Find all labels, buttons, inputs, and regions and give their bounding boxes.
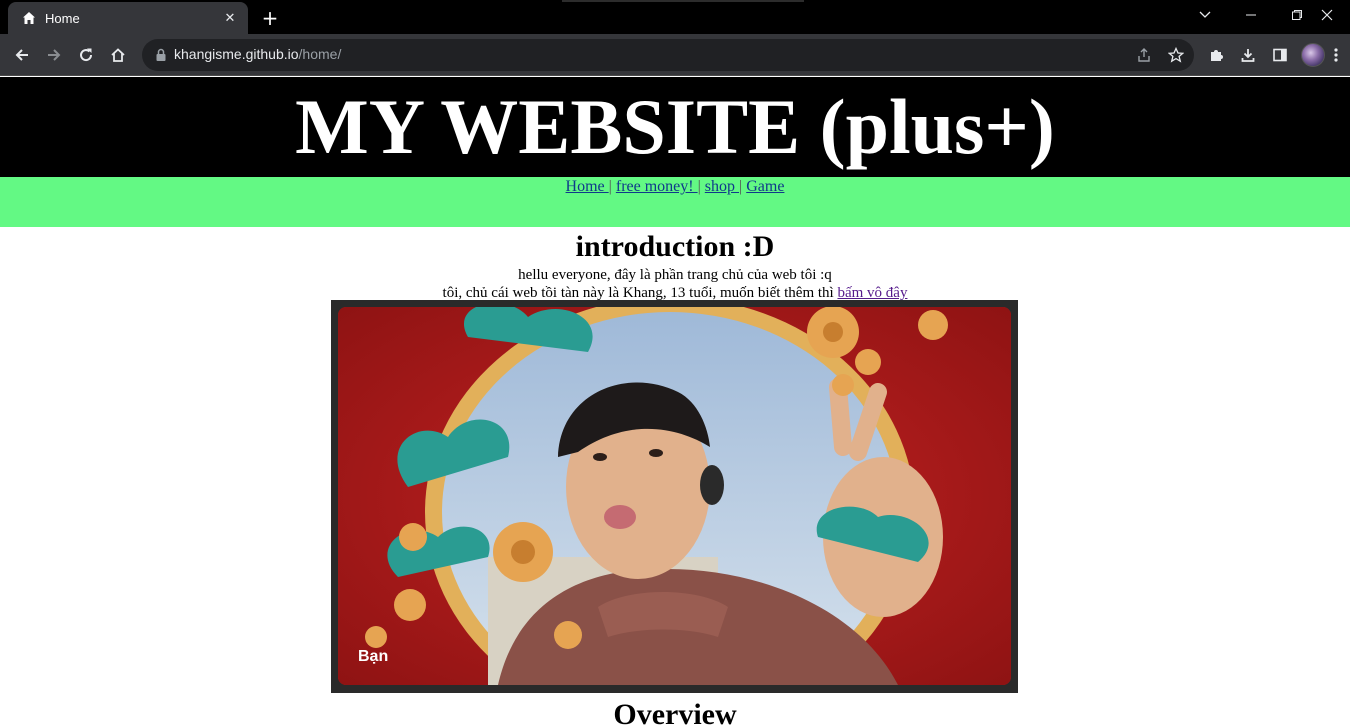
forward-arrow-icon[interactable] (40, 41, 68, 69)
profile-avatar[interactable] (1301, 43, 1325, 67)
tab-title: Home (45, 10, 80, 26)
nav-links: Home | free money! | shop | Game (0, 178, 1350, 196)
side-panel-icon[interactable] (1266, 41, 1294, 69)
more-info-link[interactable]: bấm vô đây (837, 285, 907, 301)
browser-tab[interactable]: Home ✕ (8, 2, 248, 34)
overview-heading: Overview (613, 698, 737, 725)
new-tab-button[interactable]: + (258, 6, 282, 30)
reload-icon[interactable] (72, 41, 100, 69)
intro-line-2-text: tôi, chủ cái web tồi tàn này là Khang, 1… (442, 285, 838, 301)
nav-link-home[interactable]: Home (566, 178, 609, 195)
site-nav: Home | free money! | shop | Game (0, 177, 1350, 227)
intro-section: introduction :D hellu everyone, đây là p… (0, 227, 1350, 302)
nav-separator: | (608, 178, 612, 195)
back-arrow-icon[interactable] (8, 41, 36, 69)
photo-illustration: Bạn (338, 307, 1011, 685)
home-favicon-icon (21, 10, 37, 26)
nav-link-game[interactable]: Game (746, 178, 784, 195)
window-drag-strip (562, 0, 804, 2)
url-host: khangisme.github.io (174, 46, 299, 62)
address-bar[interactable]: khangisme.github.io/home/ (142, 39, 1194, 71)
download-icon[interactable] (1234, 41, 1262, 69)
minimize-window-icon[interactable] (1228, 0, 1274, 30)
nav-separator: | (739, 178, 743, 195)
tab-search-chevron-icon[interactable] (1182, 0, 1228, 30)
intro-line-1: hellu everyone, đây là phần trang chủ củ… (518, 267, 832, 283)
url-text[interactable]: khangisme.github.io/home/ (174, 46, 341, 62)
home-icon[interactable] (104, 41, 132, 69)
nav-separator: | (697, 178, 701, 195)
url-path: /home/ (298, 46, 342, 62)
bookmark-star-icon[interactable] (1166, 45, 1186, 65)
browser-tab-bar: Home ✕ + (0, 0, 1350, 34)
intro-heading: introduction :D (575, 230, 775, 263)
photo-caption: Bạn (358, 648, 388, 665)
close-window-icon[interactable] (1304, 0, 1350, 30)
share-icon[interactable] (1134, 45, 1154, 65)
nav-link-free-money[interactable]: free money! (616, 178, 698, 195)
lock-icon (153, 47, 169, 63)
site-title: MY WEBSITE (plus+) (295, 83, 1055, 170)
site-header: MY WEBSITE (plus+) (0, 77, 1350, 177)
close-tab-icon[interactable]: ✕ (220, 8, 240, 28)
intro-photo-frame: Bạn (331, 300, 1018, 693)
extensions-puzzle-icon[interactable] (1202, 41, 1230, 69)
intro-photo: Bạn (338, 307, 1011, 685)
nav-link-shop[interactable]: shop (705, 178, 739, 195)
more-menu-icon[interactable] (1328, 41, 1344, 69)
browser-toolbar: khangisme.github.io/home/ (0, 34, 1350, 76)
